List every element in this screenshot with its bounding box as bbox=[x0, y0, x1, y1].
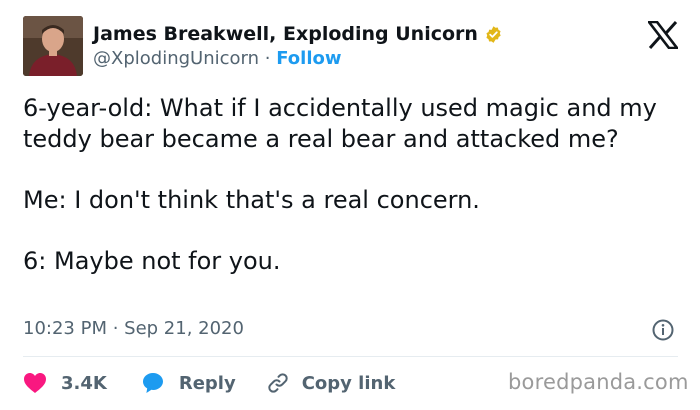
tweet-actions: 3.4K Reply Copy link bbox=[23, 369, 395, 397]
tweet-line: 6-year-old: What if I accidentally used … bbox=[23, 94, 657, 153]
author-name-row: James Breakwell, Exploding Unicorn bbox=[93, 22, 503, 46]
tweet-line: Me: I don't think that's a real concern. bbox=[23, 185, 480, 214]
reply-label: Reply bbox=[178, 372, 236, 394]
info-icon[interactable] bbox=[651, 318, 675, 342]
x-logo[interactable] bbox=[646, 20, 680, 50]
divider bbox=[23, 356, 678, 357]
tweet-text: 6-year-old: What if I accidentally used … bbox=[23, 93, 673, 276]
heart-icon bbox=[23, 372, 47, 394]
author-handle[interactable]: @XplodingUnicorn bbox=[93, 48, 259, 69]
follow-button[interactable]: Follow bbox=[276, 48, 341, 69]
copy-link-button[interactable]: Copy link bbox=[266, 371, 396, 395]
avatar[interactable] bbox=[23, 16, 83, 76]
speech-bubble-icon bbox=[141, 371, 165, 395]
copy-link-label: Copy link bbox=[301, 372, 396, 394]
reply-button[interactable]: Reply bbox=[141, 371, 236, 395]
link-icon bbox=[266, 371, 290, 395]
author-display-name[interactable]: James Breakwell, Exploding Unicorn bbox=[93, 23, 478, 45]
watermark: boredpanda.com bbox=[508, 370, 689, 394]
like-count: 3.4K bbox=[61, 372, 107, 394]
verified-badge-icon bbox=[484, 25, 503, 44]
handle-separator: · bbox=[264, 48, 271, 69]
avatar-photo bbox=[23, 16, 83, 76]
author-handle-row: @XplodingUnicorn · Follow bbox=[93, 48, 342, 69]
like-button[interactable]: 3.4K bbox=[23, 372, 107, 394]
tweet-line: 6: Maybe not for you. bbox=[23, 246, 281, 275]
tweet-timestamp[interactable]: 10:23 PM · Sep 21, 2020 bbox=[23, 318, 244, 339]
